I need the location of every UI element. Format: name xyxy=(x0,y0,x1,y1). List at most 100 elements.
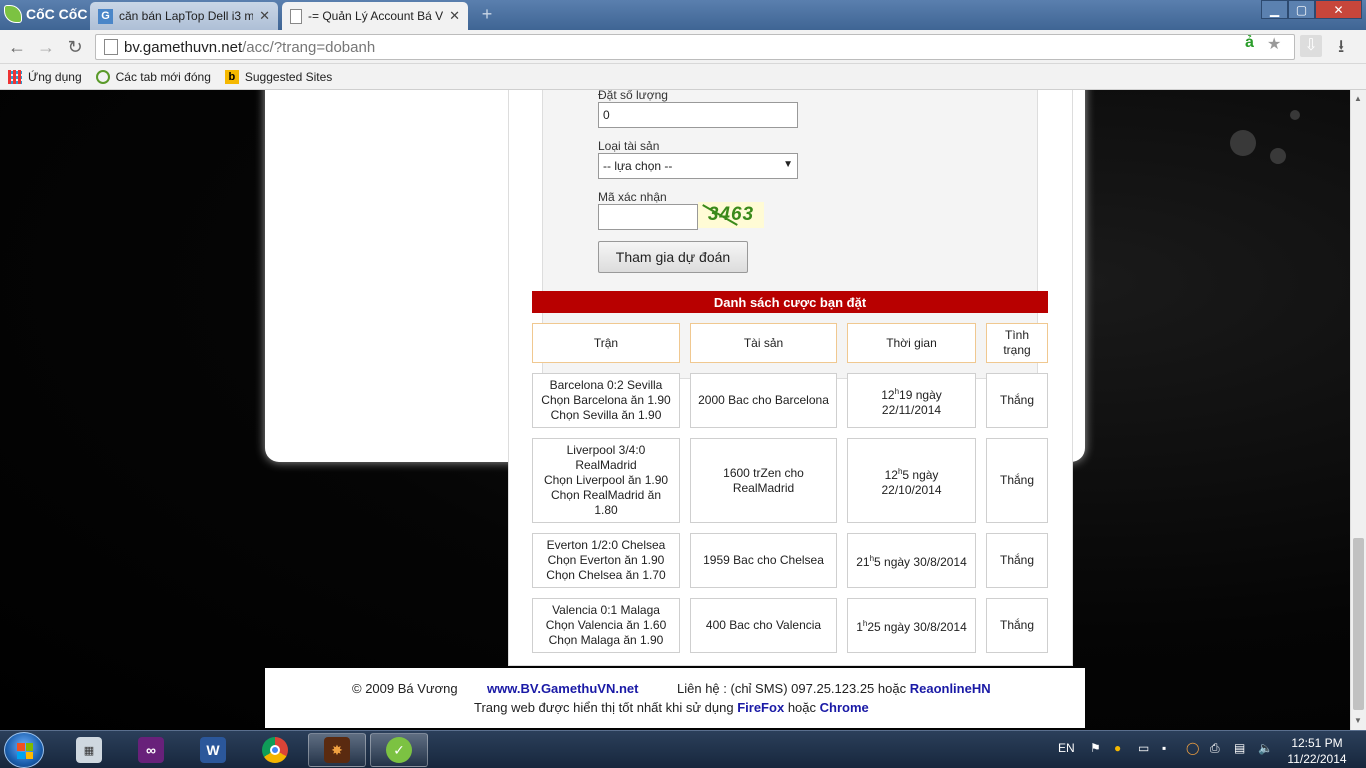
time-rest: 25 ngày 30/8/2014 xyxy=(867,620,967,634)
join-prediction-button[interactable]: Tham gia dự đoán xyxy=(598,241,748,273)
captcha-input[interactable] xyxy=(598,204,698,230)
close-tab-icon[interactable]: ✕ xyxy=(449,8,460,24)
browser-brand-label: CốC CốC xyxy=(26,6,88,22)
table-row-status: Thắng xyxy=(986,373,1048,428)
footer-copyright: © 2009 Bá Vương xyxy=(352,681,458,696)
match-line: Chọn Liverpool ăn 1.90 xyxy=(543,473,669,487)
table-row-asset: 1959 Bac cho Chelsea xyxy=(690,533,837,588)
back-button[interactable]: ← xyxy=(6,36,28,58)
page-icon xyxy=(290,8,302,24)
coccoc-dictionary-icon[interactable]: ả xyxy=(1245,34,1254,52)
tab-laptop-search[interactable]: G căn bán LapTop Dell i3 m ✕ xyxy=(90,2,278,30)
language-indicator[interactable]: EN xyxy=(1058,741,1075,755)
bookmark-label: Suggested Sites xyxy=(244,69,333,84)
scrollbar-thumb[interactable] xyxy=(1353,538,1364,710)
time-hour: 12 xyxy=(881,387,895,402)
match-line: Chọn Everton ăn 1.90 xyxy=(547,553,665,567)
quantity-input[interactable]: 0 xyxy=(598,102,798,128)
bing-icon: b xyxy=(224,69,239,84)
action-center-icon[interactable]: ⚑ xyxy=(1090,741,1101,755)
usb-icon[interactable]: ⎙ xyxy=(1210,741,1220,756)
match-line: Chọn RealMadrid ăn xyxy=(550,488,662,502)
tray-app-icon[interactable]: ● xyxy=(1114,741,1121,755)
table-row-time: 12h5 ngày 22/10/2014 xyxy=(847,438,976,523)
header-status: Tình trạng xyxy=(986,323,1048,363)
taskbar-game[interactable]: ✸ xyxy=(308,733,366,767)
time-rest: 5 ngày 30/8/2014 xyxy=(874,555,967,569)
taskbar-coccoc[interactable]: ✓ xyxy=(370,733,428,767)
download-icon[interactable]: ⇩ xyxy=(1300,35,1322,57)
asset-type-select[interactable]: -- lựa chọn -- ▼ xyxy=(598,153,798,179)
bookmark-label: Ứng dụng xyxy=(28,69,82,84)
close-tab-icon[interactable]: ✕ xyxy=(259,8,270,24)
page-scrollbar[interactable]: ▲ ▼ xyxy=(1350,90,1366,730)
reload-button[interactable]: ↻ xyxy=(64,36,86,58)
bookmark-apps[interactable]: Ứng dụng xyxy=(8,69,82,84)
table-row-time: 1h25 ngày 30/8/2014 xyxy=(847,598,976,653)
new-tab-button[interactable]: + xyxy=(476,5,498,24)
tray-ring-icon[interactable]: ◯ xyxy=(1186,741,1199,755)
asset-type-selected: -- lựa chọn -- xyxy=(603,159,673,173)
taskbar-word[interactable]: W xyxy=(184,733,242,767)
minimize-button[interactable]: ▁ xyxy=(1261,0,1288,19)
bookmark-star-icon[interactable]: ★ xyxy=(1267,34,1281,54)
footer-site-link[interactable]: www.BV.GamethuVN.net xyxy=(487,681,638,696)
system-clock[interactable]: 12:51 PM 11/22/2014 xyxy=(1280,735,1354,767)
windows-taskbar: ▦ ∞ W ✸ ✓ EN ⚑ ● ▭ ▪ ◯ ⎙ ▤ 🔈 12:51 PM 11… xyxy=(0,730,1366,768)
footer-site-text: www.BV.GamethuVN.net xyxy=(487,681,639,696)
tray-device-icon[interactable]: ▪ xyxy=(1162,741,1166,755)
table-row-status: Thắng xyxy=(986,533,1048,588)
menu-icon[interactable]: ⭳ xyxy=(1338,34,1344,64)
visual-studio-icon: ∞ xyxy=(138,737,164,763)
table-row-match: Valencia 0:1 Malaga Chọn Valencia ăn 1.6… xyxy=(532,598,680,653)
bets-list-title: Danh sách cược bạn đặt xyxy=(532,291,1048,313)
time-rest: 19 ngày xyxy=(899,387,942,402)
taskbar-calculator[interactable]: ▦ xyxy=(60,733,118,767)
start-button[interactable] xyxy=(4,732,44,768)
footer-contact-link[interactable]: ReaonlineHN xyxy=(910,681,991,696)
close-window-button[interactable]: ✕ xyxy=(1315,0,1362,19)
calculator-icon: ▦ xyxy=(76,737,102,763)
footer-chrome-link[interactable]: Chrome xyxy=(820,700,869,715)
scroll-up-icon[interactable]: ▲ xyxy=(1354,94,1362,103)
background-bokeh xyxy=(1230,130,1256,156)
volume-icon[interactable]: 🔈 xyxy=(1258,741,1273,755)
table-row-match: Barcelona 0:2 Sevilla Chọn Barcelona ăn … xyxy=(532,373,680,428)
match-line: RealMadrid xyxy=(575,458,637,472)
table-row-asset: 2000 Bac cho Barcelona xyxy=(690,373,837,428)
table-row-asset: 400 Bac cho Valencia xyxy=(690,598,837,653)
browser-brand[interactable]: CốC CốC xyxy=(0,0,90,28)
clock-date: 11/22/2014 xyxy=(1287,752,1347,766)
time-rest: 5 ngày xyxy=(902,467,939,482)
header-match: Trận xyxy=(532,323,680,363)
page-icon xyxy=(104,39,118,55)
display-icon[interactable]: ▭ xyxy=(1138,741,1149,755)
table-row-match: Liverpool 3/4:0 RealMadrid Chọn Liverpoo… xyxy=(532,438,680,523)
network-icon[interactable]: ▤ xyxy=(1234,741,1245,755)
address-bar[interactable]: bv.gamethuvn.net/acc/?trang=dobanh xyxy=(95,34,1295,60)
background-bokeh xyxy=(1290,110,1300,120)
site-footer: © 2009 Bá Vương www.BV.GamethuVN.net Liê… xyxy=(265,668,1085,728)
match-line: Chọn Barcelona ăn 1.90 xyxy=(541,393,671,407)
footer-contact-text: Liên hệ : (chỉ SMS) 097.25.123.25 hoặc xyxy=(677,681,907,696)
header-asset: Tài sản xyxy=(690,323,837,363)
match-line: Everton 1/2:0 Chelsea xyxy=(546,538,666,552)
time-hour: 21 xyxy=(856,555,870,569)
footer-note-prefix: Trang web được hiển thị tốt nhất khi sử … xyxy=(474,700,734,715)
footer-contact: Liên hệ : (chỉ SMS) 097.25.123.25 hoặc R… xyxy=(677,681,991,696)
bookmark-suggested-sites[interactable]: b Suggested Sites xyxy=(224,69,333,84)
footer-firefox-link[interactable]: FireFox xyxy=(737,700,784,715)
page-viewport: Đặt số lượng 0 Loại tài sản -- lựa chọn … xyxy=(0,90,1350,730)
taskbar-chrome[interactable] xyxy=(246,733,304,767)
time-hour: 12 xyxy=(884,467,898,482)
bookmark-recent-tabs[interactable]: Các tab mới đóng xyxy=(95,69,211,84)
forward-button[interactable]: → xyxy=(35,36,57,58)
match-line: Chọn Sevilla ăn 1.90 xyxy=(550,408,662,422)
tab-account-manager[interactable]: -= Quản Lý Account Bá Vư ✕ xyxy=(282,2,468,30)
tab-title: -= Quản Lý Account Bá Vư xyxy=(308,9,444,23)
maximize-button[interactable]: ▢ xyxy=(1288,0,1315,19)
header-time: Thời gian xyxy=(847,323,976,363)
game-icon: ✸ xyxy=(324,737,350,763)
scroll-down-icon[interactable]: ▼ xyxy=(1354,716,1362,725)
taskbar-visual-studio[interactable]: ∞ xyxy=(122,733,180,767)
